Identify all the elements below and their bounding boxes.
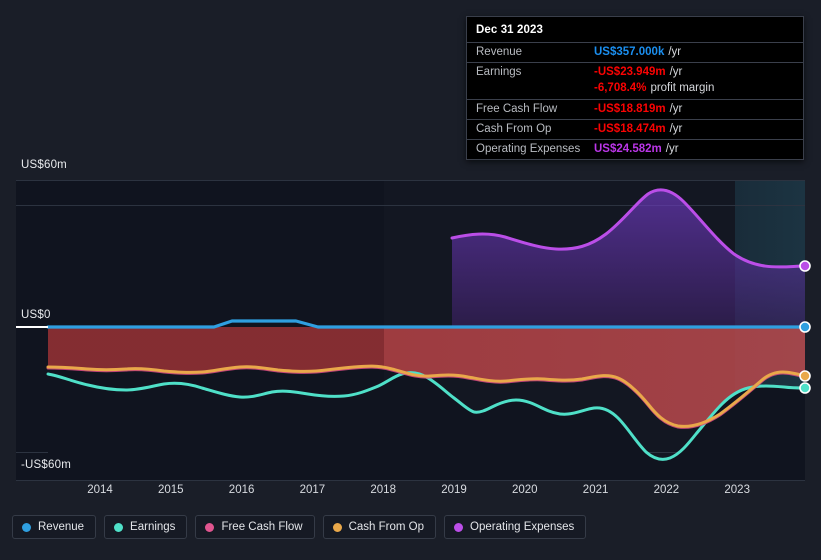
tooltip-row-value-group: US$24.582m/yr xyxy=(594,143,679,156)
tooltip-row: Revenue US$357.000k/yr xyxy=(467,42,803,62)
y-axis-label-bottom: -US$60m xyxy=(21,459,71,471)
legend-color-dot-icon xyxy=(22,522,31,532)
x-axis-tick-2014: 2014 xyxy=(87,484,113,496)
legend-item-operating-expenses[interactable]: Operating Expenses xyxy=(444,515,587,539)
y-axis-label-top: US$60m xyxy=(21,159,67,171)
legend-item-revenue[interactable]: Revenue xyxy=(12,515,97,539)
tooltip-row-label: Earnings xyxy=(476,66,522,78)
tooltip-row-unit: /yr xyxy=(668,46,682,58)
legend-item-label: Revenue xyxy=(38,521,85,533)
tooltip-row-value: US$357.000k xyxy=(594,46,665,58)
legend-color-dot-icon xyxy=(332,522,342,532)
legend-item-label: Earnings xyxy=(130,521,176,533)
x-axis-tick-2020: 2020 xyxy=(512,484,538,496)
tooltip-row-unit: /yr xyxy=(669,123,683,135)
tooltip-row-value: -US$18.474m xyxy=(594,123,666,135)
tooltip-row-label: Free Cash Flow xyxy=(476,103,558,115)
tooltip-row: Free Cash Flow -US$18.819m/yr xyxy=(467,99,803,119)
endpoint-cash-from-op xyxy=(799,370,811,382)
tooltip-row-unit: profit margin xyxy=(650,82,715,94)
legend-color-dot-icon xyxy=(205,522,215,532)
x-axis-tick-2017: 2017 xyxy=(299,484,326,496)
x-axis-tick-2019: 2019 xyxy=(441,484,467,496)
tooltip-row-value-group: -US$18.474m/yr xyxy=(594,123,682,136)
tooltip-row-label: Cash From Op xyxy=(476,123,552,135)
tooltip-row: Earnings -US$23.949m/yr xyxy=(467,62,803,82)
tooltip-row-unit: /yr xyxy=(669,103,683,115)
data-tooltip: Dec 31 2023 Revenue US$357.000k/yr Earning… xyxy=(466,16,804,160)
tooltip-date: Dec 31 2023 xyxy=(476,24,543,36)
tooltip-rows: Revenue US$357.000k/yr Earnings -US$23.949m… xyxy=(467,42,803,159)
x-axis-tick-2022: 2022 xyxy=(653,484,680,496)
x-axis-tick-2015: 2015 xyxy=(158,484,184,496)
tooltip-row-value-group: -6,708.4% profit margin xyxy=(594,82,714,95)
tooltip-row-value-group: -US$23.949m/yr xyxy=(594,66,682,79)
x-axis-tick-2023: 2023 xyxy=(724,484,750,496)
tooltip-row: -6,708.4% profit margin xyxy=(467,82,803,99)
tooltip-row-value: US$24.582m xyxy=(594,143,662,155)
x-axis-tick-2016: 2016 xyxy=(228,484,255,496)
legend-item-label: Free Cash Flow xyxy=(221,521,303,533)
tooltip-row-unit: /yr xyxy=(665,143,679,155)
endpoint-earnings xyxy=(799,382,811,394)
tooltip-row-value-group: -US$18.819m/yr xyxy=(594,103,682,116)
tooltip-row-unit: /yr xyxy=(669,66,683,78)
legend-item-cash-from-op[interactable]: Cash From Op xyxy=(322,515,437,539)
x-axis-tick-2021: 2021 xyxy=(582,484,609,496)
tooltip-row-label: Operating Expenses xyxy=(476,143,581,155)
zero-line-marker xyxy=(16,326,48,328)
legend-color-dot-icon xyxy=(454,522,464,532)
endpoint-operating-expenses xyxy=(799,260,811,272)
tooltip-row-value: -US$18.819m xyxy=(594,103,666,115)
legend-color-dot-icon xyxy=(114,522,124,532)
tooltip-row-value-group: US$357.000k/yr xyxy=(594,46,681,59)
legend-item-label: Cash From Op xyxy=(348,521,425,533)
legend-item-earnings[interactable]: Earnings xyxy=(104,515,188,539)
tooltip-row: Cash From Op -US$18.474m/yr xyxy=(467,119,803,139)
legend-item-label: Operating Expenses xyxy=(470,521,575,533)
chart-screenshot: US$60m US$0 -US$60m 2014 2015 2016 2017 2018… xyxy=(0,0,821,560)
x-axis-tick-2018: 2018 xyxy=(370,484,396,496)
endpoint-revenue xyxy=(799,321,811,333)
tooltip-row: Operating Expenses US$24.582m/yr xyxy=(467,139,803,159)
tooltip-row-value: -US$23.949m xyxy=(594,66,666,78)
series-area-operating-expenses xyxy=(452,189,805,327)
tooltip-row-label: Revenue xyxy=(476,46,523,58)
chart-legend: Revenue Earnings Free Cash Flow Cash From O… xyxy=(12,515,587,539)
tooltip-row-value: -6,708.4% xyxy=(594,82,647,94)
y-axis-label-zero: US$0 xyxy=(21,309,51,321)
legend-item-free-cash-flow[interactable]: Free Cash Flow xyxy=(195,515,315,539)
